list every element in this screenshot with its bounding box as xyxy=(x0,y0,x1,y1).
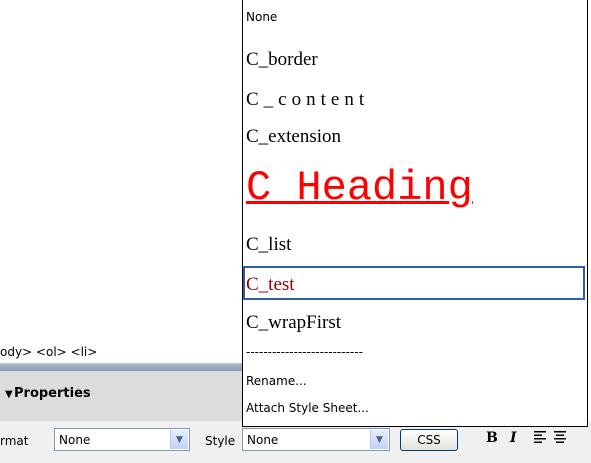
dropdown-arrow-icon[interactable]: ▼ xyxy=(170,430,188,449)
style-option-c-border[interactable]: C_border xyxy=(246,49,318,71)
style-option-none[interactable]: None xyxy=(246,10,277,24)
style-dropdown-list: None C_border C_content C_extension C He… xyxy=(242,0,588,427)
style-option-c-test[interactable]: C_test xyxy=(246,274,295,296)
style-option-c-extension[interactable]: C_extension xyxy=(246,126,341,148)
tag-selector-text[interactable]: ody> <ol> <li> xyxy=(0,345,97,359)
style-option-c-list[interactable]: C_list xyxy=(246,234,291,256)
properties-title: Properties xyxy=(14,386,91,401)
italic-button[interactable]: I xyxy=(510,430,517,446)
style-select[interactable]: None ▼ xyxy=(242,428,390,451)
bold-button[interactable]: B xyxy=(486,430,498,446)
style-option-c-heading[interactable]: C Heading xyxy=(246,164,473,212)
tag-selector: ody> <ol> <li> xyxy=(0,340,243,364)
css-button[interactable]: CSS xyxy=(400,429,458,451)
dropdown-arrow-icon[interactable]: ▼ xyxy=(370,430,388,449)
align-center-icon[interactable] xyxy=(553,429,567,448)
rename-option[interactable]: Rename... xyxy=(246,374,307,388)
style-option-c-wrapfirst[interactable]: C_wrapFirst xyxy=(246,312,341,334)
format-label: rmat xyxy=(0,434,29,448)
properties-panel-header[interactable]: ▼ Properties xyxy=(0,371,243,421)
properties-bar: rmat None ▼ Style None ▼ CSS B I xyxy=(0,421,591,463)
style-select-value: None xyxy=(247,433,279,447)
style-option-c-content[interactable]: C_content xyxy=(246,89,369,111)
attach-style-sheet-option[interactable]: Attach Style Sheet... xyxy=(246,401,369,415)
style-label: Style xyxy=(205,434,236,448)
align-left-icon[interactable] xyxy=(533,429,547,448)
collapse-arrow-icon[interactable]: ▼ xyxy=(5,389,13,400)
format-select[interactable]: None ▼ xyxy=(54,428,190,451)
menu-separator: --------------------------- xyxy=(246,345,363,359)
format-select-value: None xyxy=(59,433,91,447)
panel-divider-strip xyxy=(0,364,243,371)
